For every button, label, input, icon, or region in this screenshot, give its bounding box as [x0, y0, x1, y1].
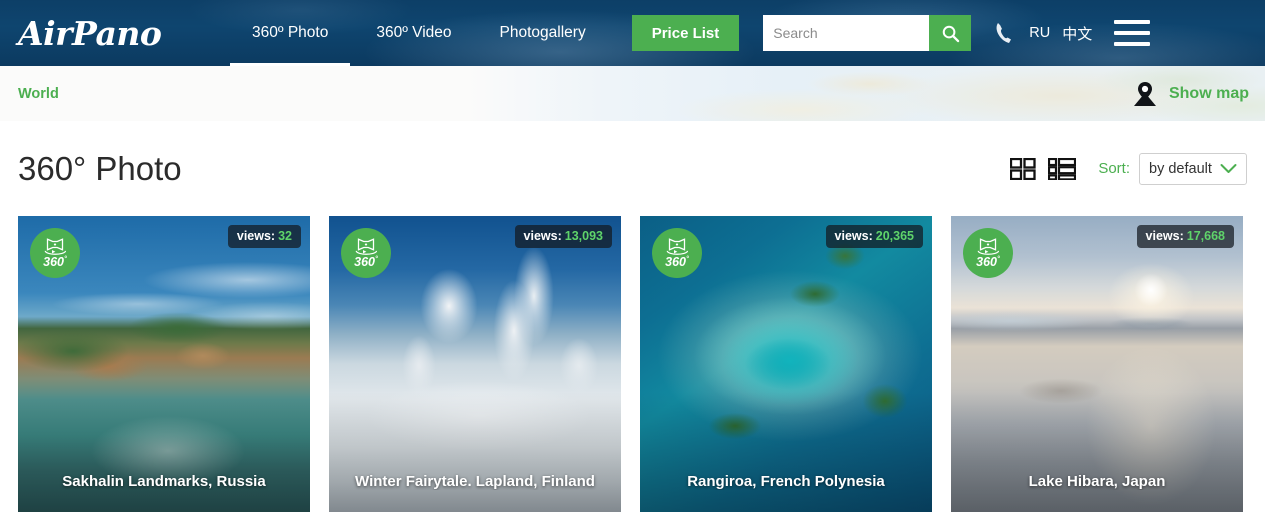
badge-360-label: 360°	[976, 255, 1000, 270]
page-title: 360° Photo	[18, 149, 182, 187]
hamburger-bar	[1114, 31, 1151, 35]
show-map-button[interactable]: Show map	[1130, 79, 1249, 109]
search-button[interactable]	[929, 15, 972, 51]
photo-card[interactable]: 360° views: 32 Sakhalin Landmarks, Russia	[18, 216, 310, 512]
chevron-down-icon	[1220, 164, 1237, 173]
views-badge: views: 20,365	[825, 225, 923, 248]
badge-360-label: 360°	[43, 255, 67, 270]
photo-card-grid: 360° views: 32 Sakhalin Landmarks, Russia…	[0, 216, 1265, 512]
nav-item-360-video[interactable]: 360º Video	[352, 0, 475, 66]
nav-item-photogallery[interactable]: Photogallery	[476, 0, 610, 66]
map-bar: World Show map	[0, 66, 1265, 121]
card-title: Sakhalin Landmarks, Russia	[62, 473, 266, 490]
photo-card[interactable]: 360° views: 20,365 Rangiroa, French Polyn…	[640, 216, 932, 512]
grid-view-button[interactable]	[1010, 157, 1036, 180]
grid-view-icon	[1010, 157, 1036, 180]
panorama-360-icon	[666, 238, 689, 256]
search-input[interactable]	[763, 15, 930, 51]
airpano-logo[interactable]: AirPano	[18, 17, 168, 50]
photo-card[interactable]: 360° views: 17,668 Lake Hibara, Japan	[951, 216, 1243, 512]
photo-card[interactable]: 360° views: 13,093 Winter Fairytale. Lapl…	[329, 216, 621, 512]
badge-360: 360°	[30, 228, 80, 278]
search-box	[763, 15, 972, 51]
views-label: views:	[523, 229, 562, 243]
show-map-label: Show map	[1168, 84, 1249, 102]
list-view-icon	[1048, 157, 1077, 180]
site-header: AirPano 360º Photo 360º Video Photogalle…	[0, 0, 1265, 66]
views-badge: views: 32	[227, 225, 301, 248]
views-count: 20,365	[875, 229, 914, 243]
breadcrumb-world[interactable]: World	[18, 86, 59, 102]
page-controls: Sort: by default	[1010, 152, 1247, 185]
hamburger-bar	[1114, 42, 1151, 46]
badge-360: 360°	[963, 228, 1013, 278]
nav-label: Photogallery	[499, 24, 586, 41]
page-title-row: 360° Photo Sort: by default	[0, 121, 1265, 216]
views-count: 32	[278, 229, 292, 243]
phone-button[interactable]	[993, 19, 1015, 47]
language-ru[interactable]: RU	[1029, 25, 1050, 41]
nav-label: 360º Video	[376, 24, 452, 41]
panorama-360-icon	[44, 238, 67, 256]
badge-360-label: 360°	[354, 255, 378, 270]
phone-icon	[996, 23, 1012, 43]
search-icon	[942, 25, 959, 42]
panorama-360-icon	[355, 238, 378, 256]
views-count: 17,668	[1186, 229, 1225, 243]
price-list-button[interactable]: Price List	[631, 15, 740, 51]
view-mode-toggle	[1010, 157, 1077, 180]
hamburger-menu-button[interactable]	[1114, 20, 1151, 46]
card-title: Lake Hibara, Japan	[1028, 473, 1166, 490]
nav-label: 360º Photo	[252, 24, 329, 41]
nav-item-360-photo[interactable]: 360º Photo	[228, 0, 352, 66]
views-count: 13,093	[564, 229, 603, 243]
language-zh[interactable]: 中文	[1062, 23, 1092, 44]
main-navigation: 360º Photo 360º Video Photogallery	[228, 0, 610, 66]
badge-360: 360°	[652, 228, 702, 278]
badge-360-label: 360°	[665, 255, 689, 270]
views-badge: views: 17,668	[1136, 225, 1234, 248]
views-badge: views: 13,093	[514, 225, 612, 248]
views-label: views:	[834, 229, 873, 243]
card-title: Winter Fairytale. Lapland, Finland	[355, 473, 595, 490]
hamburger-bar	[1114, 20, 1151, 24]
list-view-button[interactable]	[1048, 157, 1077, 180]
sort-select[interactable]: by default	[1139, 152, 1247, 185]
map-pin-icon	[1133, 81, 1156, 106]
views-label: views:	[1145, 229, 1184, 243]
views-label: views:	[236, 229, 276, 243]
sort-selected-value: by default	[1149, 160, 1212, 177]
card-title: Rangiroa, French Polynesia	[687, 473, 885, 490]
sort-label: Sort:	[1098, 160, 1130, 177]
panorama-360-icon	[977, 238, 1000, 256]
badge-360: 360°	[341, 228, 391, 278]
